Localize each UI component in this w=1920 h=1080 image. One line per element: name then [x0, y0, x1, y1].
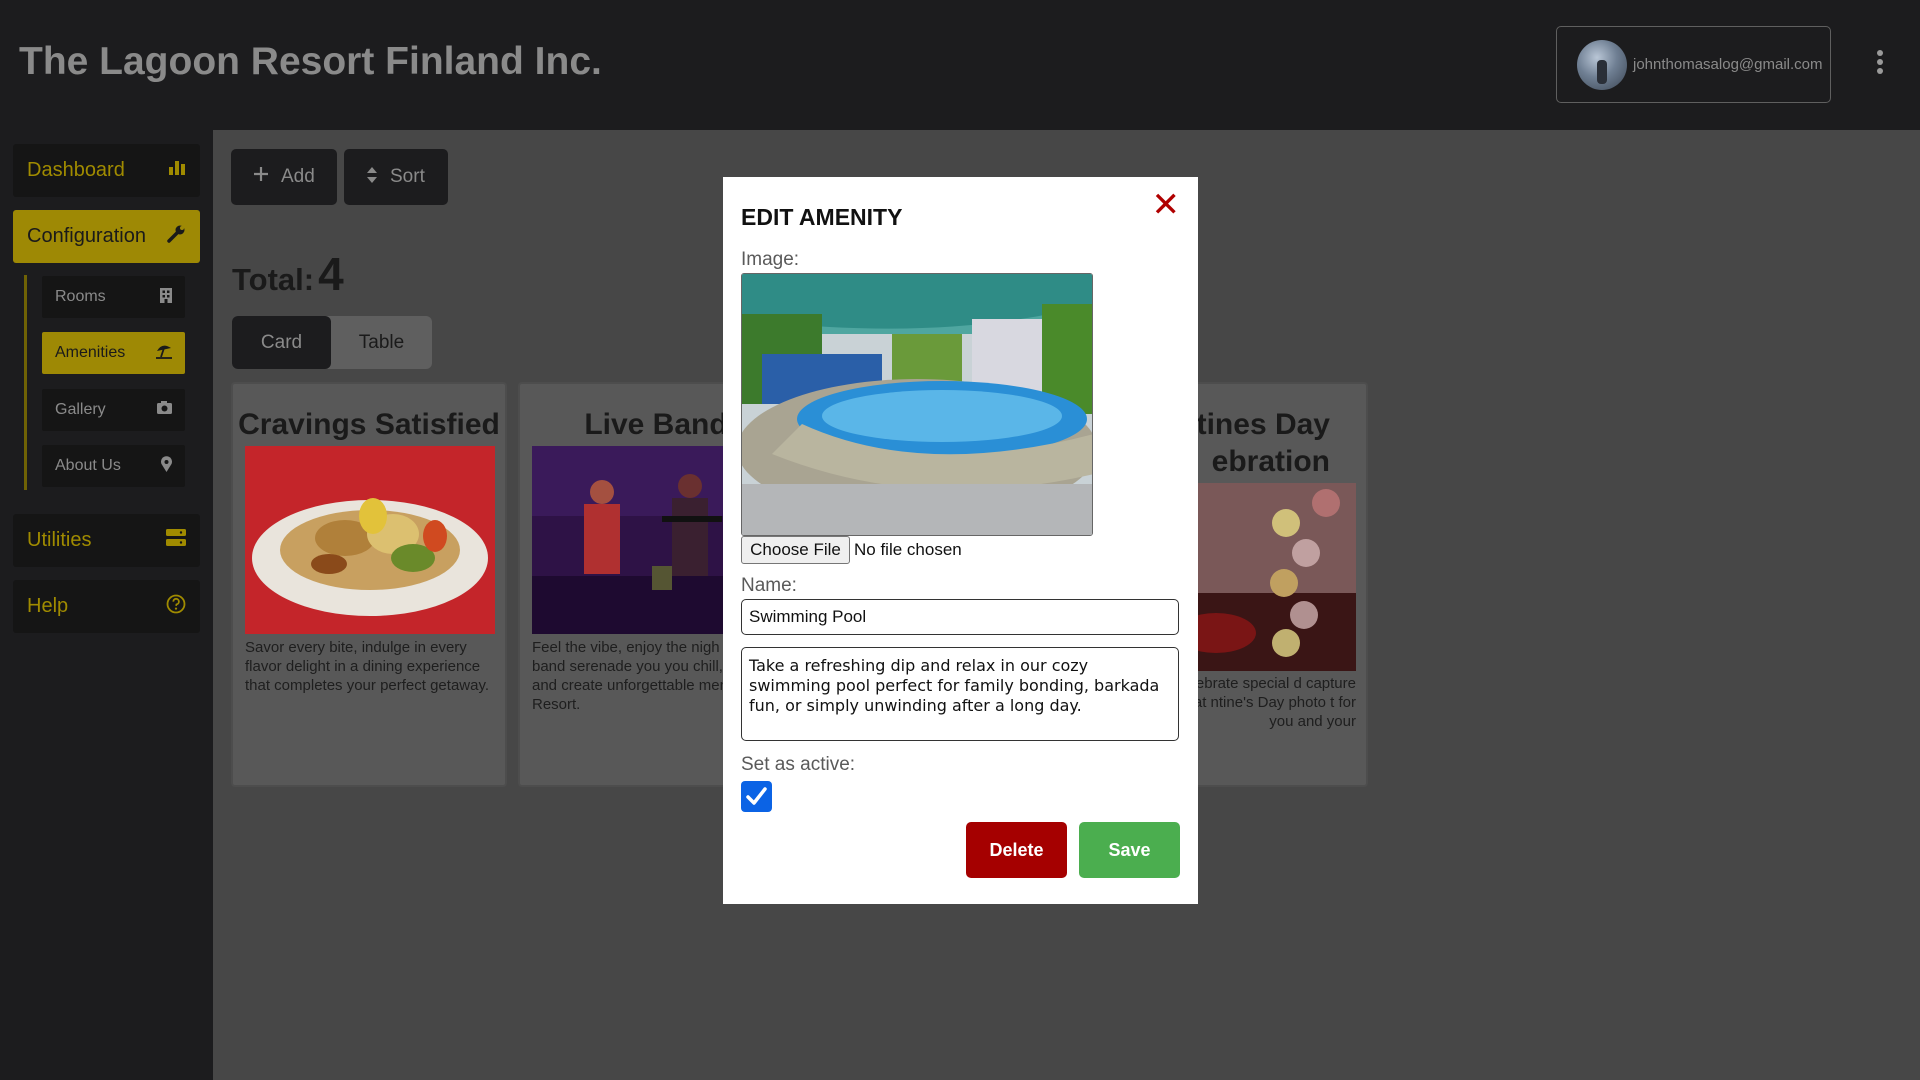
- sidebar-subitem-label: Rooms: [55, 288, 106, 305]
- add-button[interactable]: Add: [231, 149, 337, 205]
- tab-table[interactable]: Table: [331, 316, 432, 369]
- sidebar-subitem-amenities[interactable]: Amenities: [42, 332, 185, 374]
- sidebar-subitem-label: Gallery: [55, 401, 106, 418]
- umbrella-beach-icon: [155, 343, 173, 364]
- save-button[interactable]: Save: [1079, 822, 1180, 878]
- edit-amenity-modal: ✕ EDIT AMENITY Image: Choose File No fil…: [723, 177, 1198, 904]
- add-button-label: Add: [281, 166, 315, 187]
- bar-chart-icon: [168, 158, 186, 181]
- user-avatar: [1577, 40, 1627, 90]
- building-icon: [159, 287, 173, 308]
- sort-button[interactable]: Sort: [344, 149, 448, 205]
- modal-title: EDIT AMENITY: [741, 204, 903, 230]
- description-field[interactable]: Take a refreshing dip and relax in our c…: [741, 647, 1179, 741]
- camera-icon: [156, 400, 173, 419]
- tab-card[interactable]: Card: [232, 316, 331, 369]
- image-label: Image:: [741, 249, 800, 270]
- wrench-icon: [166, 224, 186, 249]
- sidebar-subitem-label: Amenities: [55, 344, 126, 361]
- total-number: 4: [318, 248, 344, 300]
- check-icon: [746, 787, 767, 805]
- plus-icon: [253, 166, 269, 187]
- sidebar-subitem-rooms[interactable]: Rooms: [42, 276, 185, 318]
- map-pin-icon: [160, 456, 173, 477]
- name-label: Name:: [741, 575, 797, 596]
- more-menu-icon[interactable]: [1872, 50, 1888, 80]
- app-title: The Lagoon Resort Finland Inc.: [19, 40, 602, 83]
- sidebar-item-dashboard[interactable]: Dashboard: [13, 144, 200, 197]
- sort-button-label: Sort: [390, 166, 425, 187]
- top-header: The Lagoon Resort Finland Inc. johnthoma…: [0, 0, 1920, 130]
- active-checkbox[interactable]: [741, 781, 772, 812]
- sort-icon: [366, 166, 378, 189]
- user-account-box[interactable]: johnthomasalog@gmail.com: [1556, 26, 1831, 103]
- close-icon[interactable]: ✕: [1152, 185, 1181, 225]
- sidebar-item-configuration[interactable]: Configuration: [13, 210, 200, 263]
- sidebar-subitem-gallery[interactable]: Gallery: [42, 389, 185, 431]
- sidebar-subitem-label: About Us: [55, 457, 121, 474]
- sidebar: Dashboard Configuration Rooms Amenities …: [0, 130, 213, 1080]
- name-field[interactable]: [741, 599, 1179, 635]
- card-title: Cravings Satisfied: [238, 408, 500, 441]
- sidebar-item-label: Utilities: [27, 529, 92, 551]
- card-image: [245, 446, 495, 634]
- question-circle-icon: [166, 594, 186, 619]
- user-email: johnthomasalog@gmail.com: [1633, 56, 1823, 73]
- file-status-text: No file chosen: [854, 540, 962, 559]
- subnav-line: [24, 275, 27, 490]
- amenity-card[interactable]: Cravings Satisfied Savor every bite, ind…: [231, 382, 507, 787]
- delete-button[interactable]: Delete: [966, 822, 1067, 878]
- database-icon: [166, 529, 186, 552]
- sidebar-item-label: Help: [27, 595, 69, 617]
- total-count: Total:4: [232, 247, 344, 301]
- sidebar-item-utilities[interactable]: Utilities: [13, 514, 200, 567]
- sidebar-item-label: Dashboard: [27, 159, 125, 181]
- total-label: Total:: [232, 262, 315, 297]
- sidebar-item-help[interactable]: Help: [13, 580, 200, 633]
- card-description: Savor every bite, indulge in every flavo…: [245, 639, 490, 694]
- choose-file-button[interactable]: Choose File: [741, 536, 850, 564]
- sidebar-item-label: Configuration: [27, 225, 146, 247]
- active-label: Set as active:: [741, 754, 856, 775]
- sidebar-subitem-about-us[interactable]: About Us: [42, 445, 185, 487]
- view-toggle: Card Table: [232, 316, 432, 369]
- image-preview: [741, 273, 1093, 536]
